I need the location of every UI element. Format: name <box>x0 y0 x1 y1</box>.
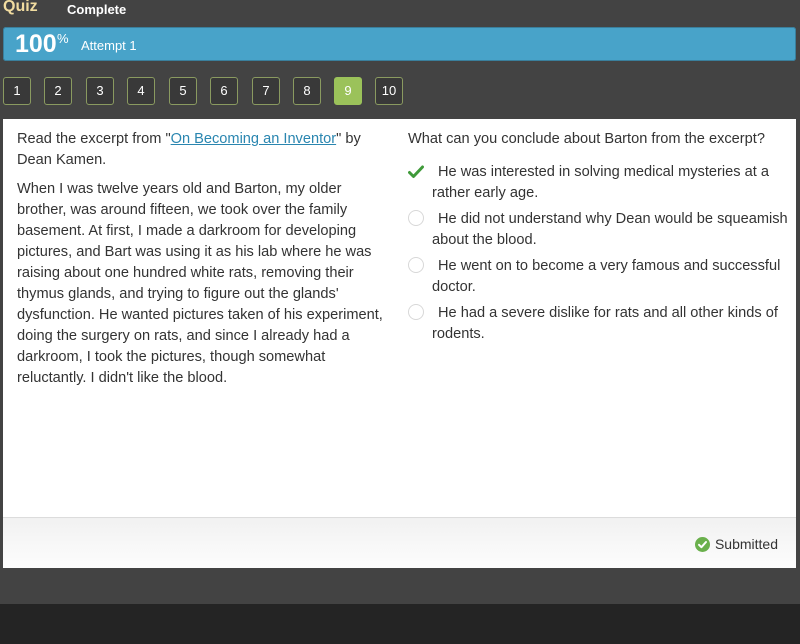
app-shell: Quiz Complete 100 % Attempt 1 1 2 3 4 5 … <box>0 0 800 604</box>
option-text: He was interested in solving medical mys… <box>432 164 769 201</box>
passage-intro: Read the excerpt from "On Becoming an In… <box>17 129 389 171</box>
question-button-6[interactable]: 6 <box>210 77 238 105</box>
option-text: He did not understand why Dean would be … <box>432 211 788 248</box>
question-prompt: What can you conclude about Barton from … <box>408 131 765 147</box>
checkmark-icon <box>408 164 424 180</box>
score-value: 100 <box>15 30 57 58</box>
question-button-1[interactable]: 1 <box>3 77 31 105</box>
submitted-label: Submitted <box>714 536 778 552</box>
score-banner: 100 % Attempt 1 <box>3 27 796 61</box>
panel-footer: Submitted <box>3 517 796 568</box>
radio-button-icon[interactable] <box>408 210 424 226</box>
section-title: Quiz <box>3 0 38 15</box>
attempt-label: Attempt 1 <box>81 38 137 53</box>
answer-option-3[interactable]: He went on to become a very famous and s… <box>408 256 788 298</box>
option-text: He had a severe dislike for rats and all… <box>432 305 778 342</box>
question-button-10[interactable]: 10 <box>375 77 403 105</box>
check-circle-icon <box>694 537 710 552</box>
answer-column: What can you conclude about Barton from … <box>408 129 788 350</box>
intro-prefix: Read the excerpt from " <box>17 131 171 147</box>
question-button-9[interactable]: 9 <box>334 77 362 105</box>
source-title-link[interactable]: On Becoming an Inventor <box>171 131 337 147</box>
radio-button-icon[interactable] <box>408 257 424 273</box>
submission-status: Submitted <box>694 535 778 553</box>
score-unit: % <box>57 31 69 46</box>
top-bar: Quiz Complete <box>0 0 800 22</box>
question-button-8[interactable]: 8 <box>293 77 321 105</box>
answer-option-2[interactable]: He did not understand why Dean would be … <box>408 209 788 251</box>
question-button-3[interactable]: 3 <box>86 77 114 105</box>
quiz-status: Complete <box>67 2 127 17</box>
answer-option-1[interactable]: He was interested in solving medical mys… <box>408 162 788 204</box>
passage-column: Read the excerpt from "On Becoming an In… <box>17 129 389 397</box>
option-text: He went on to become a very famous and s… <box>432 258 781 295</box>
answer-option-4[interactable]: He had a severe dislike for rats and all… <box>408 303 788 345</box>
question-button-4[interactable]: 4 <box>127 77 155 105</box>
question-panel: Read the excerpt from "On Becoming an In… <box>3 119 796 517</box>
passage-text: When I was twelve years old and Barton, … <box>17 181 383 386</box>
question-button-5[interactable]: 5 <box>169 77 197 105</box>
question-button-2[interactable]: 2 <box>44 77 72 105</box>
question-button-7[interactable]: 7 <box>252 77 280 105</box>
radio-button-icon[interactable] <box>408 304 424 320</box>
